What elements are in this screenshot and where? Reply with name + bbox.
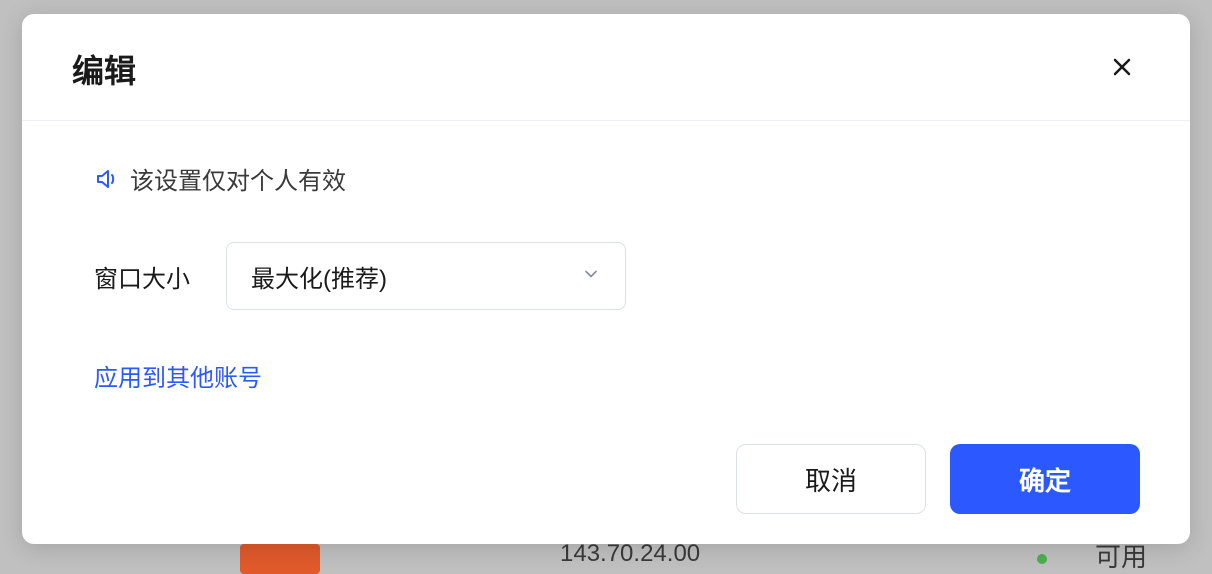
chevron-down-icon: [581, 264, 601, 289]
cancel-button[interactable]: 取消: [736, 444, 926, 514]
bg-status-dot: [1037, 554, 1047, 564]
apply-link-row: 应用到其他账号: [94, 358, 1118, 393]
window-size-label: 窗口大小: [94, 259, 190, 294]
close-button[interactable]: [1104, 51, 1140, 87]
bg-ip-text: 143.70.24.00: [560, 540, 700, 568]
modal-title: 编辑: [72, 46, 136, 92]
notice-text: 该设置仅对个人有效: [130, 161, 346, 196]
confirm-button[interactable]: 确定: [950, 444, 1140, 514]
close-icon: [1110, 55, 1134, 84]
apply-to-other-accounts-link[interactable]: 应用到其他账号: [94, 365, 262, 392]
modal-header: 编辑: [22, 14, 1190, 121]
edit-modal: 编辑 该设置仅对个人有效 窗口大小 最大化(推荐): [22, 14, 1190, 544]
modal-body: 该设置仅对个人有效 窗口大小 最大化(推荐) 应用到其他账号: [22, 121, 1190, 444]
notice-row: 该设置仅对个人有效: [94, 161, 1118, 196]
speaker-icon: [94, 167, 118, 191]
window-size-value: 最大化(推荐): [251, 259, 387, 294]
window-size-row: 窗口大小 最大化(推荐): [94, 242, 1118, 310]
window-size-select[interactable]: 最大化(推荐): [226, 242, 626, 310]
bg-open-badge: [240, 544, 320, 574]
modal-footer: 取消 确定: [22, 444, 1190, 544]
